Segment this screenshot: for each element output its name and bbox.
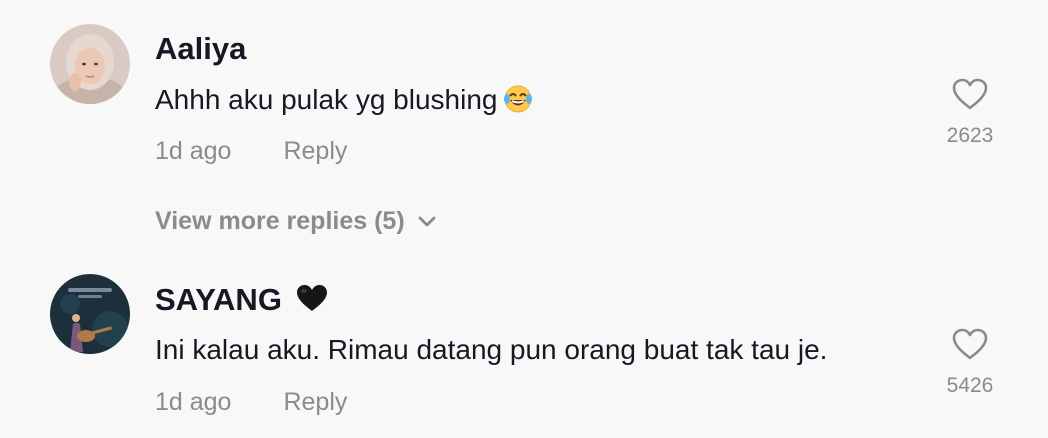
view-more-replies-button[interactable]: View more replies (5) [155, 209, 437, 234]
comment-text-content: Ahhh aku pulak yg blushing [155, 84, 498, 115]
chevron-down-icon [418, 216, 436, 227]
avatar-hijab-woman-icon [50, 24, 130, 104]
comment-text: Ahhh aku pulak yg blushing [155, 84, 533, 119]
user-avatar[interactable] [50, 274, 130, 354]
comments-panel: Aaliya Ahhh aku pulak yg blushing 1d ago… [0, 0, 1048, 438]
comment-meta: 1d ago Reply [155, 390, 347, 415]
view-more-label: View more replies (5) [155, 207, 405, 235]
like-area: 5426 [930, 327, 1010, 396]
laughing-crying-emoji-icon [503, 84, 533, 119]
reply-button[interactable]: Reply [283, 388, 347, 416]
heart-icon[interactable] [951, 327, 989, 361]
user-avatar[interactable] [50, 24, 130, 104]
like-count: 2623 [946, 124, 994, 147]
comment-username[interactable]: Aaliya [155, 33, 246, 64]
comment-time: 1d ago [155, 388, 232, 416]
comment-text: Ini kalau aku. Rimau datang pun orang bu… [155, 334, 828, 365]
like-count: 5426 [946, 374, 994, 397]
comment-time: 1d ago [155, 137, 232, 165]
like-area: 2623 [930, 77, 1010, 146]
comment-username-text[interactable]: SAYANG [155, 282, 282, 317]
black-heart-icon [296, 285, 327, 311]
comment-username: SAYANG [155, 283, 329, 315]
avatar-night-guitar-icon [50, 274, 130, 354]
comment-meta: 1d ago Reply [155, 139, 347, 164]
heart-icon[interactable] [951, 77, 989, 111]
reply-button[interactable]: Reply [283, 137, 347, 165]
